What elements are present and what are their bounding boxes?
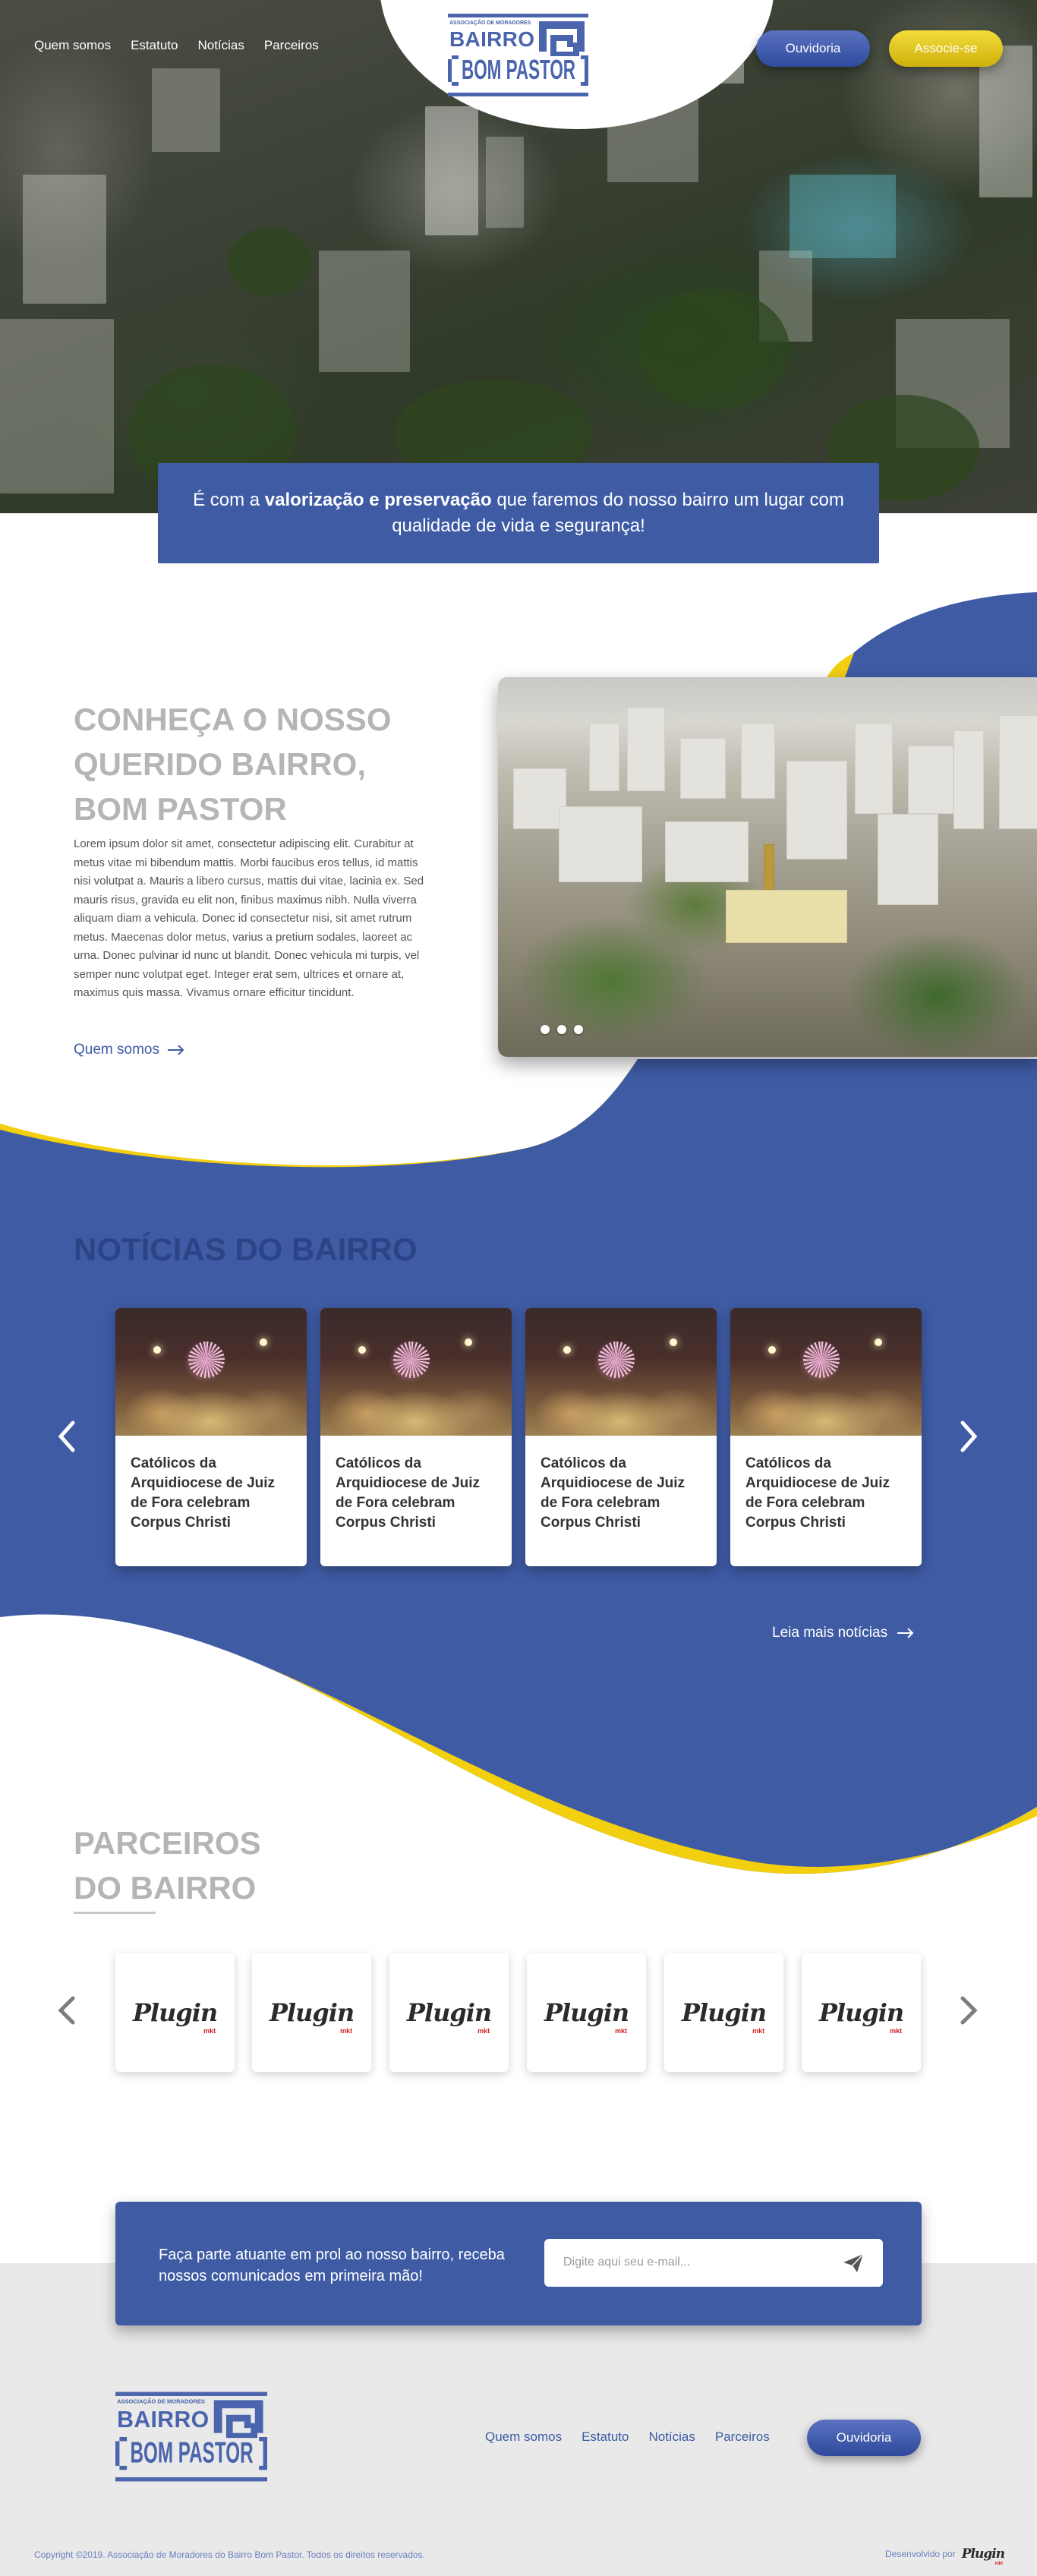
chevron-right-icon [960,1996,978,2025]
slider-dots [541,1025,583,1034]
newsletter-text: Faça parte atuante em prol ao nosso bair… [159,2247,505,2284]
nav-link-parceiros[interactable]: Parceiros [264,38,319,53]
chevron-left-icon [58,1420,75,1452]
news-image [730,1308,922,1436]
news-image [115,1308,307,1436]
developer-logo[interactable]: Plugin mkt [962,2546,1005,2566]
read-more-news-label: Leia mais notícias [772,1625,888,1641]
footer-navigation: Quem somos Estatuto Notícias Parceiros [485,2429,770,2445]
top-navigation: Quem somos Estatuto Notícias Parceiros [34,38,319,53]
news-section-title: NOTÍCIAS DO BAIRRO [74,1231,418,1267]
news-prev-button[interactable] [52,1414,82,1459]
footer-link-estatuto[interactable]: Estatuto [582,2429,629,2445]
partner-logo: Plugin mkt [544,1997,629,2035]
hero-quote: É com a valorização e preservação que fa… [158,463,879,563]
partner-logo: Plugin mkt [681,1997,767,2035]
news-card[interactable]: Católicos da Arquidiocese de Juiz de For… [525,1308,717,1566]
logo-line2: BOM PASTOR [462,54,575,85]
news-card[interactable]: Católicos da Arquidiocese de Juiz de For… [730,1308,922,1566]
about-title-line3: BOM PASTOR [74,791,287,827]
partner-logo: Plugin mkt [818,1997,904,2035]
paper-plane-icon[interactable] [842,2253,865,2274]
about-quem-somos-link[interactable]: Quem somos [74,1042,185,1058]
news-card-title: Católicos da Arquidiocese de Juiz de For… [336,1455,481,1531]
about-title: CONHEÇA O NOSSO QUERIDO BAIRRO, BOM PAST… [74,697,438,831]
partners-title-line2: DO BAIRRO [74,1870,257,1906]
slider-dot-1[interactable] [541,1025,550,1034]
nav-link-estatuto[interactable]: Estatuto [131,38,178,53]
logo-line1: BAIRRO [117,2407,209,2433]
footer-ouvidoria-button[interactable]: Ouvidoria [807,2420,921,2456]
partner-card[interactable]: Plugin mkt [252,1953,371,2072]
logo-line1: BAIRRO [449,27,534,51]
partner-logo: Plugin mkt [269,1997,355,2035]
news-next-button[interactable] [953,1414,984,1459]
partner-card[interactable]: Plugin mkt [527,1953,646,2072]
partners-section-title: PARCEIROS DO BAIRRO [74,1821,261,1910]
slider-dot-2[interactable] [557,1025,566,1034]
about-title-line2: QUERIDO BAIRRO, [74,746,367,782]
news-card-title: Católicos da Arquidiocese de Juiz de For… [131,1455,276,1531]
copyright-text: Copyright ©2019. Associação de Moradores… [34,2549,425,2560]
arrow-right-icon [167,1045,184,1055]
news-image [320,1308,512,1436]
email-input[interactable] [563,2251,821,2274]
logo-small-text: ASSOCIAÇÃO DE MORADORES [117,2398,205,2405]
read-more-news-link[interactable]: Leia mais notícias [772,1625,915,1641]
news-card[interactable]: Católicos da Arquidiocese de Juiz de For… [320,1308,512,1566]
developer-label: Desenvolvido por [885,2549,956,2559]
footer-link-noticias[interactable]: Notícias [648,2429,695,2445]
about-paragraph: Lorem ipsum dolor sit amet, consectetur … [74,837,424,999]
partners-title-line1: PARCEIROS [74,1825,261,1861]
news-card[interactable]: Católicos da Arquidiocese de Juiz de For… [115,1308,307,1566]
title-underline [74,1912,156,1914]
chevron-left-icon [58,1996,75,2025]
news-card-title: Católicos da Arquidiocese de Juiz de For… [745,1455,890,1531]
partners-next-button[interactable] [953,1988,984,2033]
footer-logo[interactable]: ASSOCIAÇÃO DE MORADORES BAIRRO BOM PASTO… [115,2392,267,2483]
about-title-line1: CONHEÇA O NOSSO [74,702,392,737]
logo-line2: BOM PASTOR [130,2437,253,2470]
newsletter-box: Faça parte atuante em prol ao nosso bair… [115,2202,922,2325]
logo-small-text: ASSOCIAÇÃO DE MORADORES [449,19,531,26]
nav-link-quem-somos[interactable]: Quem somos [34,38,111,53]
news-card-title: Católicos da Arquidiocese de Juiz de For… [541,1455,686,1531]
partner-card[interactable]: Plugin mkt [389,1953,509,2072]
quote-text-bold: valorização e preservação [264,490,492,510]
partner-logo: Plugin mkt [406,1997,492,2035]
partner-card[interactable]: Plugin mkt [115,1953,235,2072]
partner-logo: Plugin mkt [132,1997,218,2035]
partner-card[interactable]: Plugin mkt [802,1953,921,2072]
footer-link-parceiros[interactable]: Parceiros [715,2429,770,2445]
news-image [525,1308,717,1436]
about-link-label: Quem somos [74,1042,159,1058]
partners-prev-button[interactable] [52,1988,82,2033]
ouvidoria-button[interactable]: Ouvidoria [756,30,870,67]
developer-credit: Desenvolvido por Plugin mkt [885,2546,1005,2566]
neighborhood-photo-slider[interactable] [498,677,1037,1057]
quote-text-start: É com a [193,490,265,510]
email-form [544,2239,883,2287]
site-logo[interactable]: ASSOCIAÇÃO DE MORADORES BAIRRO BOM PASTO… [448,14,588,97]
partner-card[interactable]: Plugin mkt [664,1953,783,2072]
chevron-right-icon [960,1420,978,1452]
nav-link-noticias[interactable]: Notícias [197,38,244,53]
associe-se-button[interactable]: Associe-se [889,30,1003,67]
slider-dot-3[interactable] [574,1025,583,1034]
arrow-right-icon [897,1628,914,1638]
footer-link-quem-somos[interactable]: Quem somos [485,2429,562,2445]
